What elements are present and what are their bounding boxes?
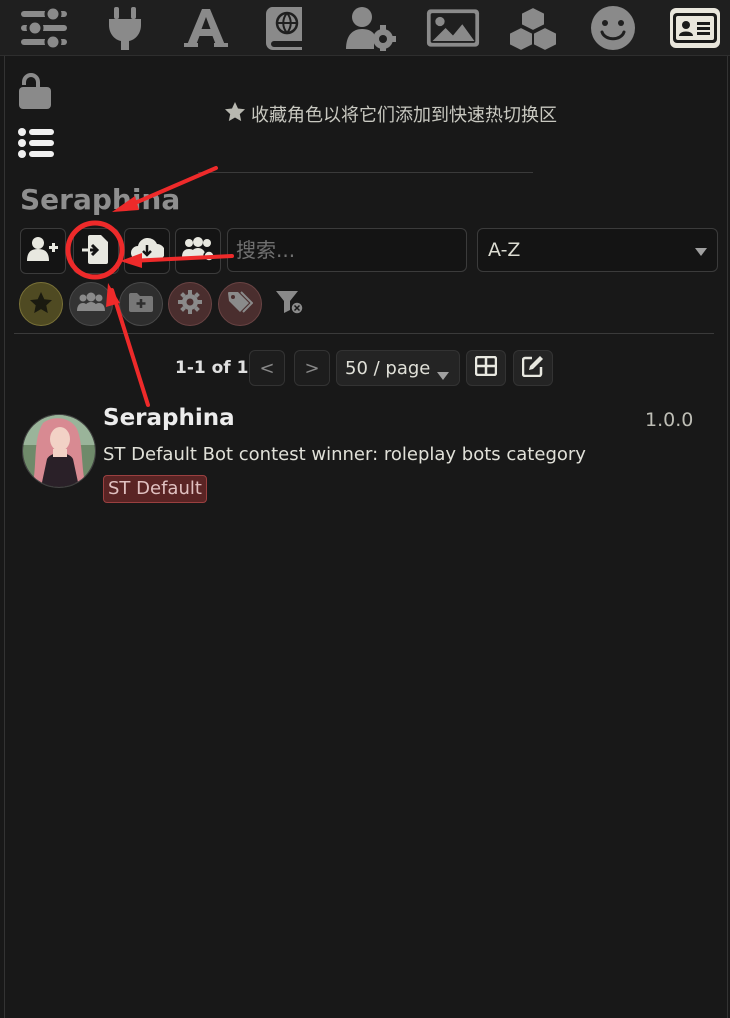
create-character-button[interactable] xyxy=(20,228,66,274)
bulk-edit-button[interactable] xyxy=(513,350,553,386)
chevron-down-icon xyxy=(437,364,449,385)
book-atlas-icon[interactable] xyxy=(259,5,313,51)
star-icon xyxy=(30,291,52,317)
user-plus-icon xyxy=(27,236,59,266)
divider xyxy=(198,172,533,173)
favorites-hint: 收藏角色以将它们添加到快速热切换区 xyxy=(225,101,557,127)
search-input[interactable] xyxy=(227,228,467,272)
file-import-icon xyxy=(82,234,110,268)
smiley-icon[interactable] xyxy=(586,5,640,51)
users-icon xyxy=(77,292,105,316)
grid-view-button[interactable] xyxy=(466,350,506,386)
lock-open-icon[interactable] xyxy=(18,72,52,114)
folder-plus-icon xyxy=(129,292,153,316)
page-size-value: 50 / page xyxy=(345,357,431,379)
selected-character-name: Seraphina xyxy=(20,183,181,216)
list-icon[interactable] xyxy=(18,128,54,162)
filter-settings-button[interactable] xyxy=(168,282,212,326)
user-gear-icon[interactable] xyxy=(343,5,397,51)
import-character-button[interactable] xyxy=(73,228,119,274)
top-navigation-bar xyxy=(0,0,730,56)
gear-icon xyxy=(178,290,202,318)
divider xyxy=(14,333,714,334)
favorites-hint-text: 收藏角色以将它们添加到快速热切换区 xyxy=(251,105,557,126)
create-group-button[interactable] xyxy=(175,228,221,274)
address-card-icon[interactable] xyxy=(670,8,720,48)
sort-select[interactable]: A-Z xyxy=(477,228,718,272)
page-size-select[interactable]: 50 / page xyxy=(336,350,460,386)
character-avatar[interactable] xyxy=(22,414,96,488)
filter-clear-icon[interactable] xyxy=(276,291,304,319)
cloud-download-icon xyxy=(130,236,165,266)
font-icon[interactable] xyxy=(179,5,233,51)
image-icon[interactable] xyxy=(426,5,480,51)
character-version: 1.0.0 xyxy=(645,409,694,431)
chevron-down-icon xyxy=(695,239,707,261)
plug-icon[interactable] xyxy=(98,5,152,51)
next-page-button[interactable]: > xyxy=(294,350,330,386)
tags-icon xyxy=(227,291,254,317)
grid-icon xyxy=(474,355,498,381)
star-icon xyxy=(225,102,245,126)
edit-icon xyxy=(521,355,544,382)
cubes-icon[interactable] xyxy=(506,5,560,51)
filter-favorites-button[interactable] xyxy=(19,282,63,326)
filter-groups-button[interactable] xyxy=(69,282,113,326)
users-gear-icon xyxy=(181,236,215,266)
filter-tags-button[interactable] xyxy=(218,282,262,326)
prev-page-button[interactable]: < xyxy=(249,350,285,386)
sort-select-value: A-Z xyxy=(488,239,521,261)
character-description: ST Default Bot contest winner: roleplay … xyxy=(103,444,586,465)
sliders-icon[interactable] xyxy=(17,5,71,51)
import-url-button[interactable] xyxy=(124,228,170,274)
character-name[interactable]: Seraphina xyxy=(103,405,235,431)
filter-folders-button[interactable] xyxy=(119,282,163,326)
pagination-summary: 1-1 of 1 xyxy=(175,358,249,378)
character-tag[interactable]: ST Default xyxy=(103,475,207,503)
